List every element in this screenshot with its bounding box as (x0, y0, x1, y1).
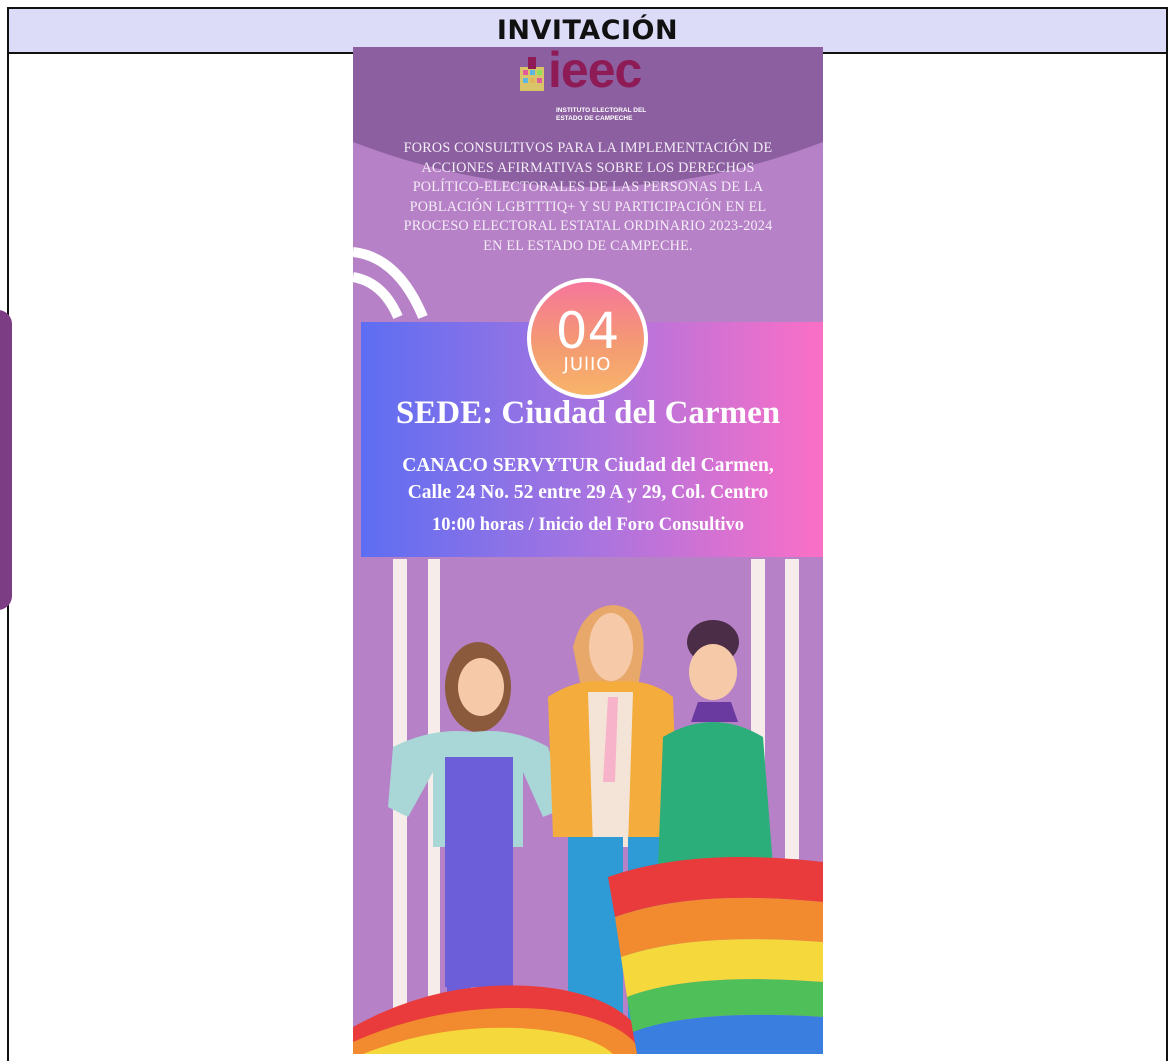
forum-title-line: ACCIONES AFIRMATIVAS SOBRE LOS DERECHOS (421, 159, 755, 176)
logo-subtitle: INSTITUTO ELECTORAL DEL ESTADO DE CAMPEC… (556, 107, 647, 122)
side-decoration (0, 310, 12, 610)
venue-address-line: Calle 24 No. 52 entre 29 A y 29, Col. Ce… (407, 482, 769, 503)
forum-title-line: POBLACIÓN LGBTTTIQ+ Y SU PARTICIPACIÓN E… (409, 198, 767, 215)
rainbow-flag-right (608, 857, 823, 1054)
forum-title-line: FOROS CONSULTIVOS PARA LA IMPLEMENTACIÓN… (403, 140, 773, 156)
forum-title: FOROS CONSULTIVOS PARA LA IMPLEMENTACIÓN… (383, 139, 793, 257)
ballot-box-icon (520, 57, 544, 91)
invitation-poster: ieec INSTITUTO ELECTORAL DEL ESTADO DE C… (353, 47, 823, 1054)
venue-address-line: CANACO SERVYTUR Ciudad del Carmen, (402, 455, 774, 476)
venue-address: CANACO SERVYTUR Ciudad del Carmen, Calle… (353, 452, 823, 506)
date-day: 04 (555, 301, 620, 360)
ieec-logo: ieec INSTITUTO ELECTORAL DEL ESTADO DE C… (353, 47, 823, 137)
left-arc-lines (353, 247, 428, 320)
logo-name: ieec (548, 47, 642, 98)
date-month: JUlIO (563, 353, 612, 375)
date-badge: 04 JUlIO (527, 278, 648, 399)
forum-title-line: PROCESO ELECTORAL ESTATAL ORDINARIO 2023… (403, 218, 773, 235)
forum-title-line: POLÍTICO-ELECTORALES DE LAS PERSONAS DE … (412, 179, 764, 196)
venue-time: 10:00 horas / Inicio del Foro Consultivo (431, 515, 745, 535)
page-title: INVITACIÓN (496, 15, 679, 46)
forum-title-line: EN EL ESTADO DE CAMPECHE. (483, 237, 693, 254)
venue-title: SEDE: Ciudad del Carmen (395, 395, 781, 431)
